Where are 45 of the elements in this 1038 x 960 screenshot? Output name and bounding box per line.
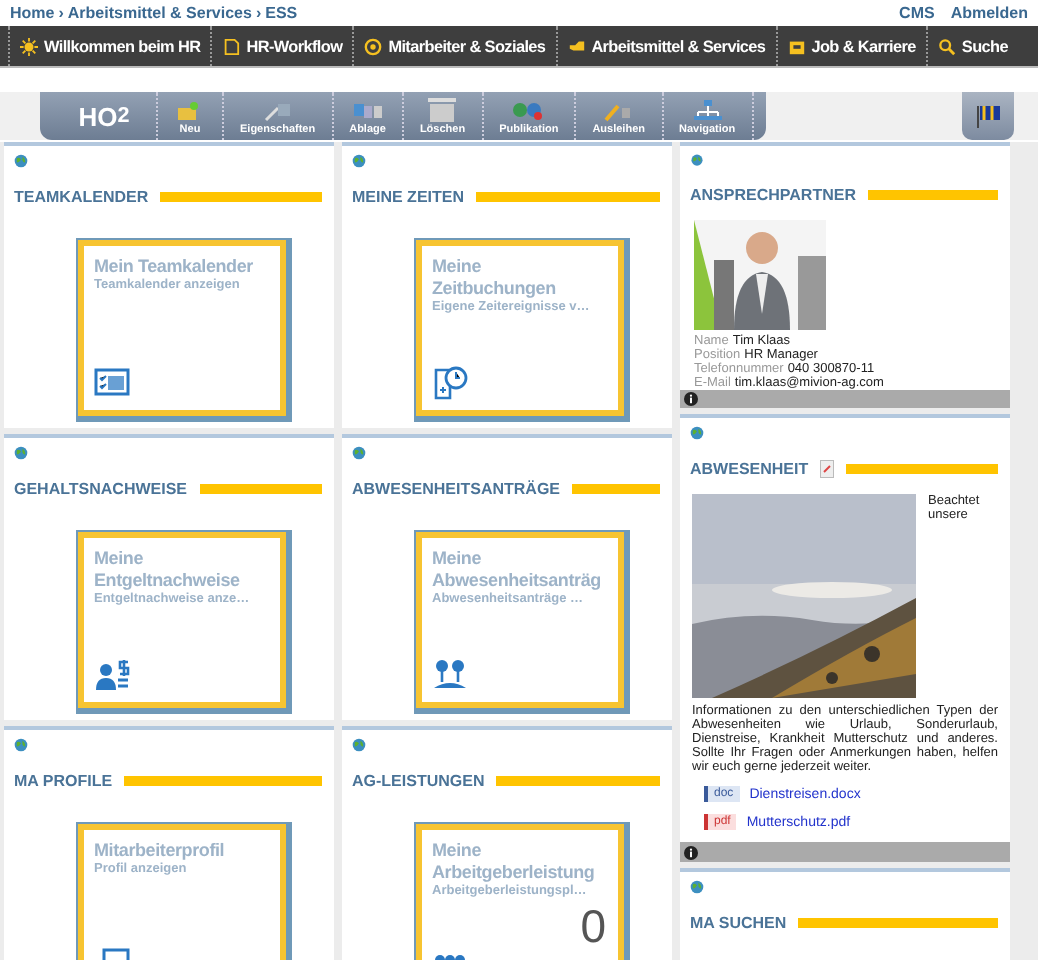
title-bar <box>867 190 998 201</box>
title-bar <box>199 484 322 494</box>
top-link[interactable]: Abmelden <box>950 4 1028 22</box>
nav-item[interactable]: Mitarbeiter & Soziales <box>352 26 556 66</box>
info-icon <box>684 845 698 859</box>
breadcrumb-link[interactable]: Arbeitsmittel & Services <box>67 4 252 22</box>
tile-title: Mein Teamkalender <box>94 256 255 278</box>
tile-title: Meine Entgeltnachweise <box>94 548 242 592</box>
tile-title: Meine Arbeitgeberleistung <box>432 840 597 884</box>
nav-item[interactable]: Suche <box>925 26 1018 66</box>
portlet-title: ABWESENHEIT <box>690 460 809 478</box>
portlet-title: MA SUCHEN <box>690 914 787 932</box>
title-bar <box>572 484 660 494</box>
portlet-title: AG-LEISTUNGEN <box>352 772 485 790</box>
person-money-icon <box>94 656 130 692</box>
breadcrumb-link[interactable]: Home <box>10 4 55 22</box>
search-icon <box>937 37 956 55</box>
sun-icon <box>20 37 38 55</box>
flag-button[interactable] <box>962 92 1014 140</box>
nav-item[interactable]: Arbeitsmittel & Services <box>555 26 776 66</box>
tile-title: Mitarbeiterprofil <box>94 840 227 862</box>
clock-icon <box>432 364 468 400</box>
portlet-title: MEINE ZEITEN <box>352 188 465 206</box>
breadcrumb-link[interactable]: ESS <box>265 4 298 22</box>
calendar-icon <box>94 364 130 400</box>
top-link[interactable]: CMS <box>899 4 935 22</box>
circle-icon <box>364 37 383 55</box>
breadcrumb-separator: › <box>58 4 64 22</box>
trash-icon <box>426 97 459 121</box>
nav-item[interactable]: HR-Workflow <box>210 26 353 66</box>
portlet-title: MA PROFILE <box>14 772 113 790</box>
document-icon <box>222 37 241 55</box>
nav-item[interactable]: Willkommen beim HR <box>8 26 211 66</box>
portlet-title: ABWESENHEITSANTRÄGE <box>352 480 561 498</box>
briefcase-icon <box>787 37 806 55</box>
flag-icon <box>974 104 1002 128</box>
tile-title: Meine Zeitbuchungen <box>432 256 558 300</box>
tile-count: 0 <box>580 904 606 950</box>
sitemap-icon <box>691 97 724 121</box>
portlet-title: ANSPRECHPARTNER <box>690 186 856 205</box>
portlet-title: TEAMKALENDER <box>14 188 149 206</box>
nav-item[interactable]: Job & Karriere <box>775 26 926 66</box>
breadcrumb-separator: › <box>255 4 262 22</box>
tile-title: Meine Abwesenheitsanträg <box>432 548 603 592</box>
portlet-title: GEHALTSNACHWEISE <box>14 480 188 498</box>
